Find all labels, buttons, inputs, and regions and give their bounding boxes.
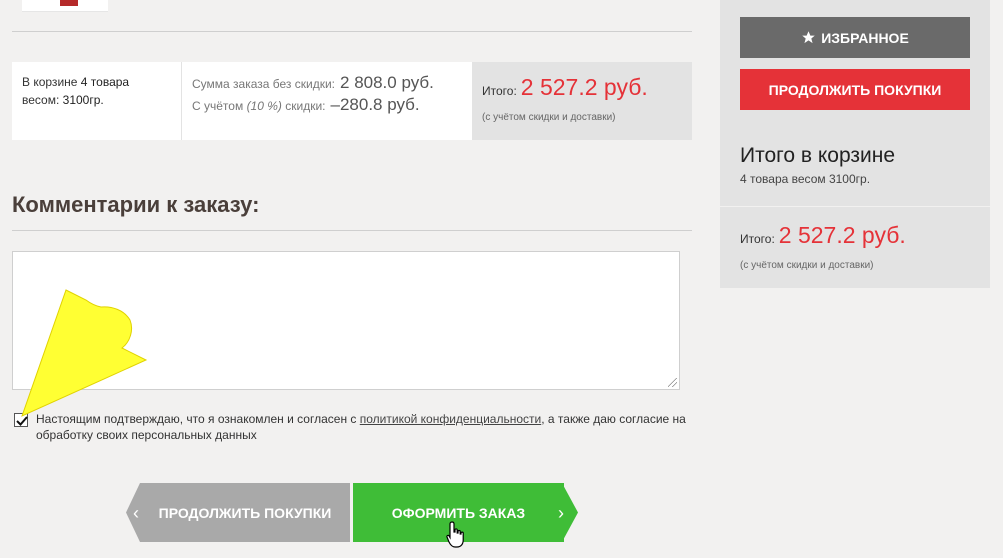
- consent-row: Настоящим подтверждаю, что я ознакомлен …: [14, 411, 694, 443]
- hand-pointer-icon: [446, 521, 464, 548]
- star-icon: [802, 31, 815, 44]
- items-count: 4 товара: [80, 75, 130, 89]
- chevron-right-icon: ›: [558, 503, 564, 523]
- sidebar-total-label: Итого:: [740, 232, 775, 246]
- sidebar-total-note: (с учётом скидки и доставки): [740, 260, 874, 271]
- favorites-button[interactable]: ИЗБРАННОЕ: [740, 17, 970, 58]
- checkmark-icon: [16, 416, 28, 426]
- total-label: Итого:: [482, 84, 517, 98]
- consent-text: Настоящим подтверждаю, что я ознакомлен …: [36, 411, 691, 443]
- sidebar-price-block: Итого: 2 527.2 руб. (с учётом скидки и до…: [740, 222, 906, 271]
- sidebar-total-title: Итого в корзине: [740, 144, 896, 167]
- consent-text-before: Настоящим подтверждаю, что я ознакомлен …: [36, 412, 360, 426]
- comment-textarea[interactable]: [12, 251, 680, 390]
- divider-comments: [12, 230, 692, 231]
- favorites-label: ИЗБРАННОЕ: [821, 29, 909, 46]
- in-cart-prefix: В корзине: [22, 75, 78, 89]
- resize-grip-icon[interactable]: [668, 378, 677, 387]
- total-cell: Итого: 2 527.2 руб. (с учётом скидки и до…: [472, 62, 692, 140]
- sum-no-discount-label: Сумма заказа без скидки:: [192, 77, 336, 91]
- weight-prefix: весом:: [22, 93, 60, 107]
- sidebar-continue-button[interactable]: ПРОДОЛЖИТЬ ПОКУПКИ: [740, 69, 970, 110]
- sidebar-divider: [720, 206, 990, 207]
- discount-value: –280.8 руб.: [330, 95, 420, 114]
- consent-checkbox[interactable]: [14, 413, 28, 427]
- discount-percent: (10 %): [246, 99, 282, 113]
- privacy-policy-link[interactable]: политикой конфиденциальности: [360, 412, 541, 426]
- sidebar-total-sub: 4 товара весом 3100гр.: [740, 172, 871, 186]
- comments-title: Комментарии к заказу:: [12, 192, 260, 217]
- product-image: [60, 0, 78, 6]
- sidebar-total-block: Итого в корзине 4 товара весом 3100гр.: [720, 130, 990, 206]
- product-thumbnail[interactable]: [22, 0, 108, 12]
- discount-cell: Сумма заказа без скидки: 2 808.0 руб. С у…: [182, 62, 472, 140]
- continue-shopping-button[interactable]: ПРОДОЛЖИТЬ ПОКУПКИ: [140, 483, 350, 542]
- divider-top: [12, 31, 692, 32]
- cart-sidebar: ИЗБРАННОЕ ПРОДОЛЖИТЬ ПОКУПКИ Итого в кор…: [720, 0, 990, 288]
- chevron-left-icon: ‹: [133, 503, 139, 523]
- total-note: (с учётом скидки и доставки): [482, 112, 616, 123]
- sidebar-total-price: 2 527.2 руб.: [778, 222, 906, 248]
- cart-count-cell: В корзине 4 товара весом: 3100гр.: [12, 62, 182, 140]
- weight-value: 3100гр.: [62, 93, 104, 107]
- order-arrow-shape: [562, 483, 578, 542]
- order-summary: В корзине 4 товара весом: 3100гр. Сумма …: [12, 62, 692, 140]
- discount-label-prefix: С учётом: [192, 99, 244, 113]
- total-price: 2 527.2 руб.: [520, 74, 648, 100]
- sum-no-discount-value: 2 808.0 руб.: [340, 73, 434, 92]
- discount-label-suffix: скидки:: [285, 99, 326, 113]
